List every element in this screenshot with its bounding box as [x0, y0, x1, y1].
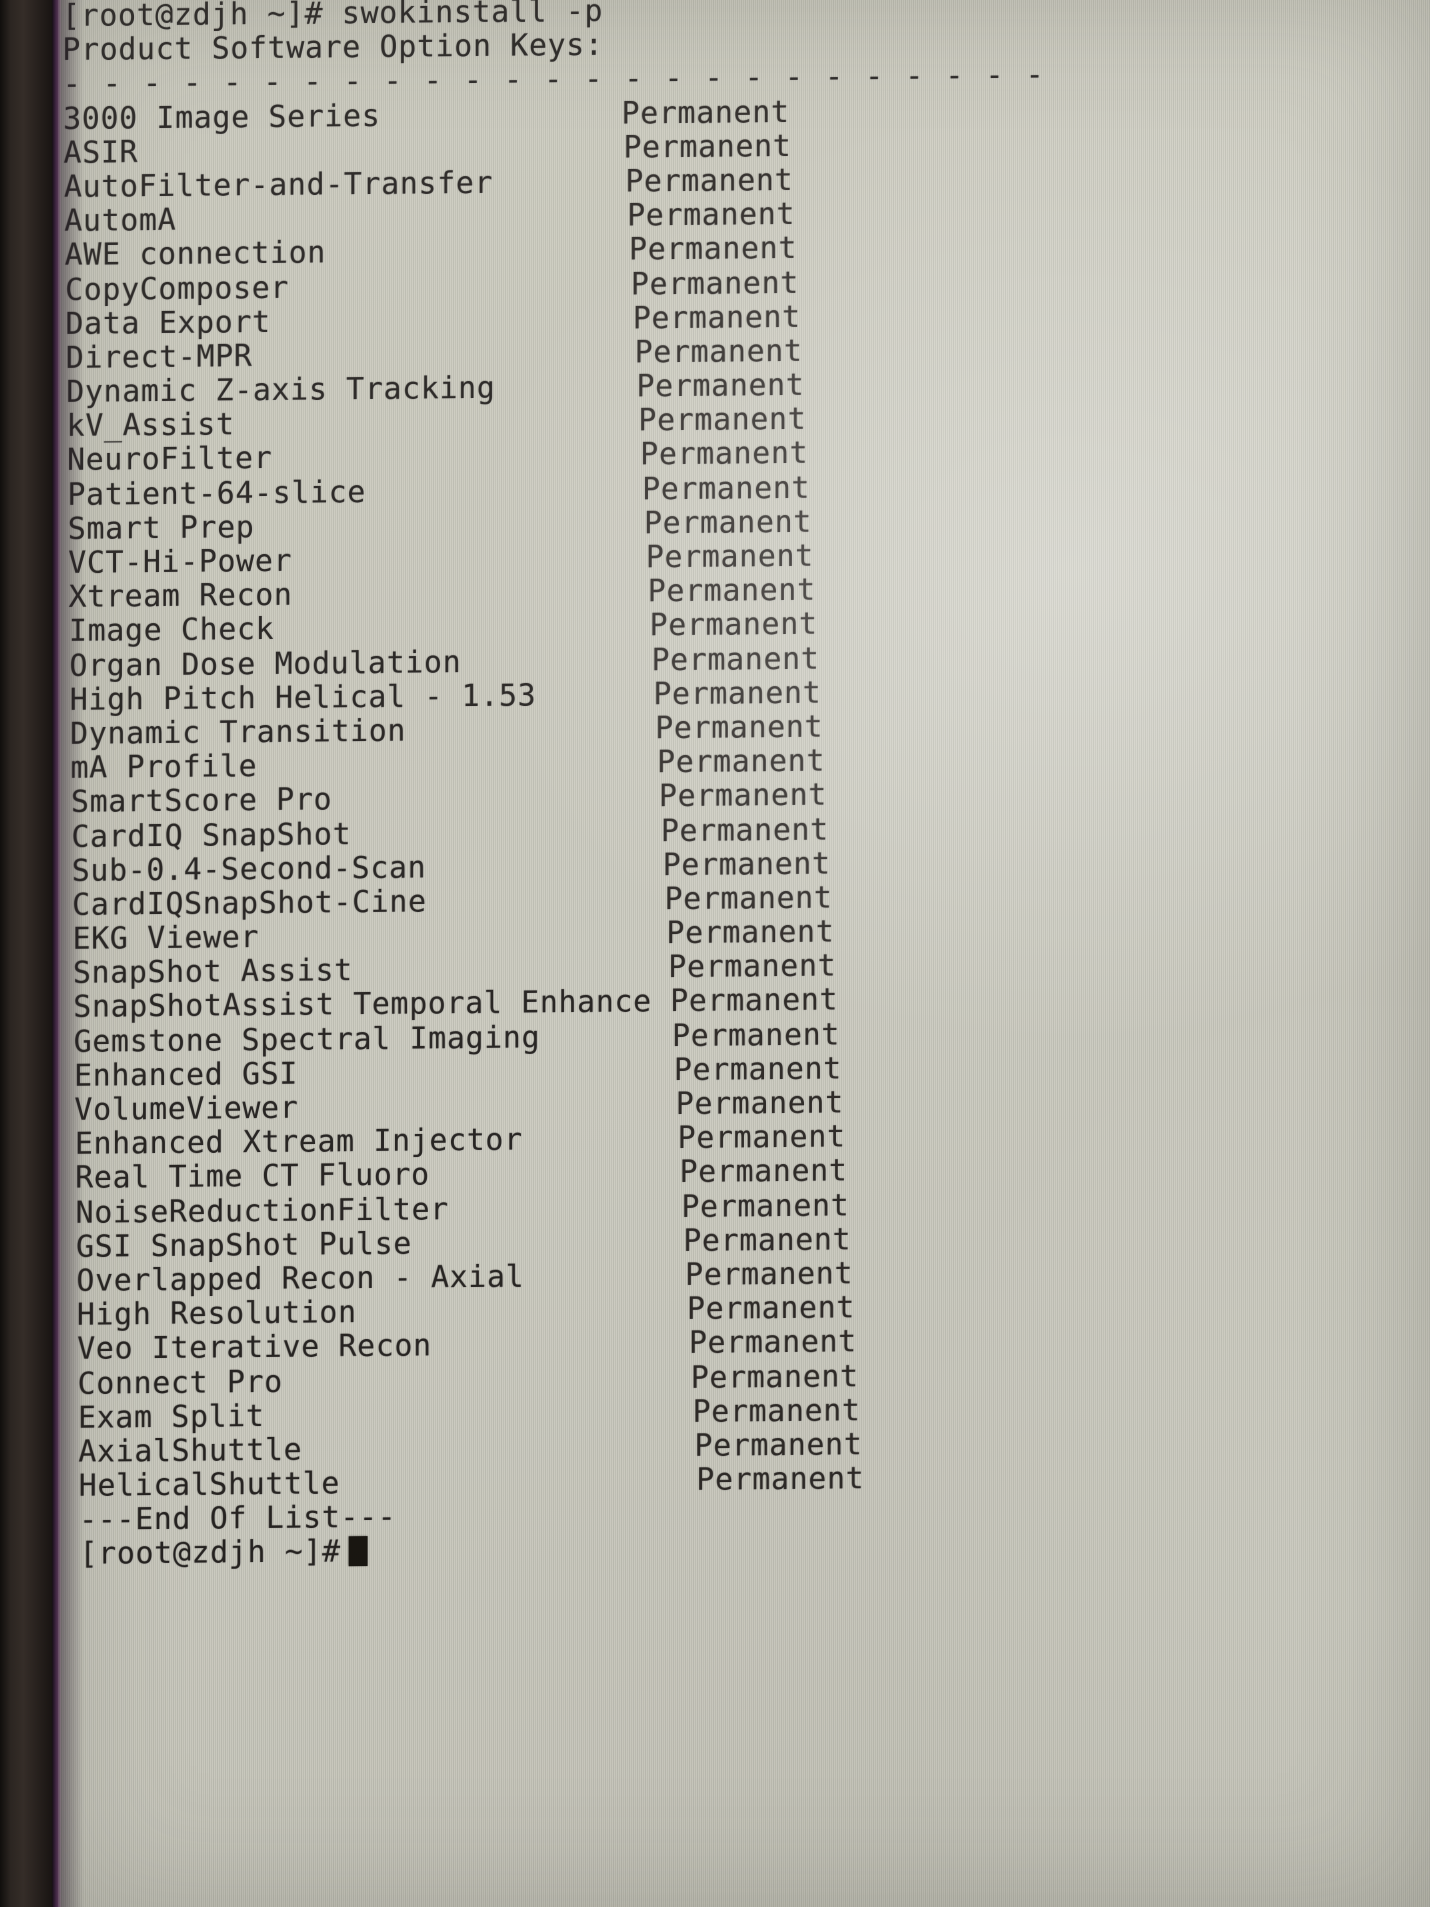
option-name: AutomA: [64, 202, 177, 240]
option-status: Permanent: [627, 197, 796, 234]
option-status: Permanent: [634, 333, 803, 371]
option-status: Permanent: [660, 812, 829, 849]
option-name: Veo Iterative Recon: [77, 1328, 432, 1368]
option-name: High Resolution: [76, 1295, 357, 1333]
option-status: Permanent: [621, 94, 790, 132]
option-status: Permanent: [668, 948, 837, 986]
option-status: Permanent: [653, 675, 822, 713]
option-name: SnapShotAssist Temporal Enhance: [73, 984, 652, 1026]
option-status: Permanent: [672, 1017, 841, 1054]
option-status: Permanent: [673, 1051, 842, 1088]
option-status: Permanent: [662, 846, 831, 883]
option-name: SnapShot Assist: [72, 953, 353, 992]
option-name: Real Time CT Fluoro: [75, 1157, 430, 1197]
option-status: Permanent: [638, 402, 807, 439]
option-status: Permanent: [681, 1188, 850, 1225]
option-name: mA Profile: [70, 749, 258, 787]
option-name: Overlapped Recon - Axial: [76, 1259, 525, 1299]
option-status: Permanent: [630, 265, 799, 302]
option-name: Enhanced GSI: [74, 1056, 299, 1094]
final-prompt-text: [root@zdjh ~]#: [80, 1535, 368, 1573]
option-status: Permanent: [686, 1290, 855, 1328]
option-status: Permanent: [666, 914, 835, 952]
option-name: Dynamic Z-axis Tracking: [66, 370, 496, 410]
option-name: Data Export: [65, 304, 271, 342]
option-status: Permanent: [694, 1427, 863, 1464]
option-name: GSI SnapShot Pulse: [76, 1226, 412, 1265]
option-name: Image Check: [68, 612, 275, 650]
option-name: NoiseReductionFilter: [75, 1191, 449, 1231]
option-status: Permanent: [675, 1085, 844, 1123]
option-status: Permanent: [683, 1222, 852, 1259]
option-status: Permanent: [645, 538, 814, 576]
option-status: Permanent: [690, 1358, 859, 1396]
option-status: Permanent: [647, 572, 816, 610]
option-status: Permanent: [643, 504, 812, 542]
bezel-edge-highlight: [52, 0, 61, 1907]
option-status: Permanent: [670, 982, 839, 1020]
option-name: Connect Pro: [77, 1364, 283, 1402]
option-name: Organ Dose Modulation: [69, 644, 462, 684]
monitor-bezel: [0, 0, 58, 1907]
option-status: Permanent: [664, 880, 833, 918]
option-name: VolumeViewer: [74, 1090, 299, 1128]
option-status: Permanent: [640, 436, 809, 473]
option-status: Permanent: [655, 709, 824, 747]
option-name: HelicalShuttle: [78, 1466, 341, 1504]
option-name: kV_Assist: [66, 407, 235, 445]
option-name: ASIR: [63, 134, 139, 171]
option-status: Permanent: [636, 367, 805, 405]
option-status: Permanent: [651, 641, 820, 678]
option-status: Permanent: [657, 743, 826, 781]
option-status: Permanent: [632, 299, 801, 337]
option-name: CardIQSnapShot-Cine: [72, 884, 427, 923]
option-name: SmartScore Pro: [70, 782, 333, 821]
end-of-list-text: ---End Of List---: [79, 1500, 397, 1539]
option-name: CardIQ SnapShot: [71, 816, 352, 855]
option-status: Permanent: [679, 1153, 848, 1191]
option-status: Permanent: [688, 1324, 857, 1362]
option-name: Direct-MPR: [65, 339, 253, 376]
monitor-photo: [root@zdjh ~]# swokinstall -p Product Sof…: [0, 0, 1430, 1907]
option-status: Permanent: [696, 1461, 865, 1498]
option-status: Permanent: [685, 1256, 854, 1293]
option-name: 3000 Image Series: [63, 98, 381, 137]
option-status: Permanent: [623, 128, 792, 166]
option-name: VCT-Hi-Power: [68, 543, 293, 581]
option-name: AutoFilter-and-Transfer: [63, 165, 494, 205]
option-status: Permanent: [658, 777, 827, 815]
option-name: Smart Prep: [67, 509, 255, 547]
terminal-cursor: [348, 1536, 368, 1567]
option-name: Gemstone Spectral Imaging: [73, 1020, 541, 1060]
monitor-screen: [root@zdjh ~]# swokinstall -p Product Sof…: [56, 0, 1430, 1907]
option-name: High Pitch Helical - 1.53: [69, 678, 537, 718]
option-status: Permanent: [649, 607, 818, 644]
option-name: Patient-64-slice: [67, 474, 367, 513]
option-status: Permanent: [677, 1119, 846, 1157]
option-status: Permanent: [642, 470, 811, 508]
option-name: Enhanced Xtream Injector: [74, 1122, 523, 1163]
option-name: AWE connection: [64, 235, 326, 274]
option-status: Permanent: [625, 162, 794, 200]
option-status: Permanent: [629, 231, 798, 268]
option-status: Permanent: [692, 1393, 861, 1430]
option-name: Exam Split: [77, 1398, 265, 1436]
terminal-output[interactable]: [root@zdjh ~]# swokinstall -p Product Sof…: [56, 0, 1430, 1573]
option-name: Sub-0.4-Second-Scan: [71, 850, 427, 889]
option-name: AxialShuttle: [78, 1432, 303, 1470]
option-name: Xtream Recon: [68, 577, 293, 616]
option-name: CopyComposer: [65, 270, 290, 308]
option-name: Dynamic Transition: [70, 713, 407, 752]
option-name: NeuroFilter: [67, 441, 273, 479]
option-name: EKG Viewer: [72, 920, 260, 957]
